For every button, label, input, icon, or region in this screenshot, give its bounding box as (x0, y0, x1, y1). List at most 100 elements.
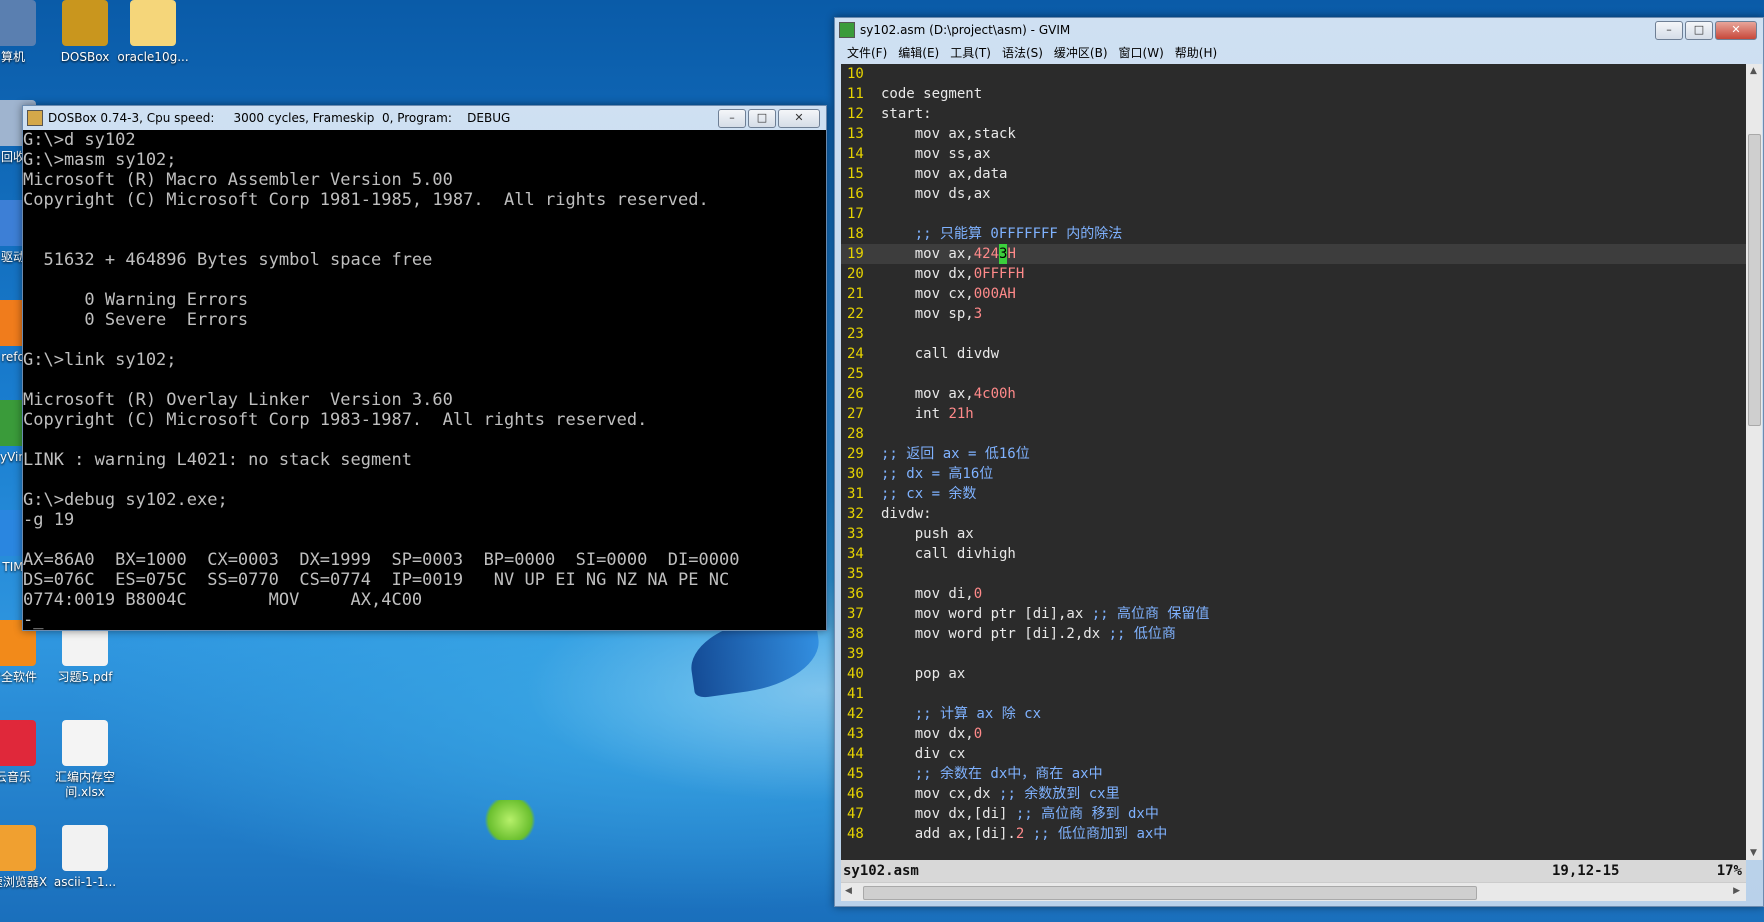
code-line[interactable]: 42 ;; 计算 ax 除 cx (841, 704, 1746, 724)
code-line[interactable]: 15 mov ax,data (841, 164, 1746, 184)
dosbox-window[interactable]: DOSBox 0.74-3, Cpu speed: 3000 cycles, F… (22, 105, 827, 631)
code-line[interactable]: 35 (841, 564, 1746, 584)
code-line[interactable]: 30 ;; dx = 高16位 (841, 464, 1746, 484)
desktop-icon[interactable]: oracle10g... (112, 0, 194, 65)
maximize-button[interactable]: □ (1685, 20, 1713, 40)
code-line[interactable]: 41 (841, 684, 1746, 704)
gvim-menubar: 文件(F) 编辑(E) 工具(T) 语法(S) 缓冲区(B) 窗口(W) 帮助(H) (835, 42, 1763, 62)
gvim-titlebar[interactable]: sy102.asm (D:\project\asm) - GVIM – □ ✕ (835, 18, 1763, 42)
vertical-scrollbar[interactable]: ▲ ▼ (1746, 64, 1762, 860)
number-literal: 2 (1015, 826, 1025, 842)
code-line[interactable]: 12 start: (841, 104, 1746, 124)
scrollbar-thumb[interactable] (1748, 134, 1761, 426)
horizontal-scrollbar[interactable]: ◀ ▶ (841, 882, 1746, 901)
code-line[interactable]: 39 (841, 644, 1746, 664)
line-number: 28 (847, 426, 864, 442)
code-line[interactable]: 14 mov ss,ax (841, 144, 1746, 164)
code-line[interactable]: 40 pop ax (841, 664, 1746, 684)
console-line: 0774:0019 B8004C MOV AX,4C00 (23, 590, 423, 610)
code-line[interactable]: 21 mov cx, 000AH (841, 284, 1746, 304)
code-line[interactable]: 11 code segment (841, 84, 1746, 104)
menu-item[interactable]: 缓冲区(B) (1054, 44, 1108, 61)
line-number: 23 (847, 326, 864, 342)
code-line[interactable]: 45 ;; 余数在 dx中，商在 ax中 (841, 764, 1746, 784)
scroll-down-icon[interactable]: ▼ (1750, 848, 1757, 858)
code-line[interactable]: 17 (841, 204, 1746, 224)
code-line[interactable]: 28 (841, 424, 1746, 444)
code-line[interactable]: 16 mov ds,ax (841, 184, 1746, 204)
line-number: 24 (847, 346, 864, 362)
desktop-icon[interactable]: ascii-1-1... (44, 825, 126, 890)
code-line[interactable]: 38 mov word ptr [di].2,dx ;; 低位商 (841, 624, 1746, 644)
desktop-app-icon (0, 0, 36, 46)
code-line[interactable]: 27 int 21h (841, 404, 1746, 424)
console-line: AX=86A0 BX=1000 CX=0003 DX=1999 SP=0003 … (23, 550, 740, 570)
scroll-up-icon[interactable]: ▲ (1750, 66, 1757, 76)
line-number: 21 (847, 286, 864, 302)
code-editor[interactable]: 10 11 code segment 12 start: 13 mov ax,stack 1… (841, 64, 1746, 860)
close-button[interactable]: ✕ (778, 108, 820, 128)
scroll-right-icon[interactable]: ▶ (1733, 886, 1740, 896)
code-text: call divhigh (881, 546, 1016, 562)
number-literal: 0 (973, 726, 983, 742)
desktop-app-icon (130, 0, 176, 46)
console-line: G:\>debug sy102.exe; (23, 490, 228, 510)
console-line: Copyright (C) Microsoft Corp 1983-1987. … (23, 410, 648, 430)
scroll-left-icon[interactable]: ◀ (845, 886, 852, 896)
code-line[interactable]: 37 mov word ptr [di],ax ;; 高位商 保留值 (841, 604, 1746, 624)
gvim-window[interactable]: sy102.asm (D:\project\asm) - GVIM – □ ✕ … (834, 17, 1764, 907)
scrollbar-thumb[interactable] (863, 886, 1477, 900)
desktop-icon[interactable]: 汇编内存空间.xlsx (44, 720, 126, 800)
code-line[interactable]: 46 mov cx,dx ;; 余数放到 cx里 (841, 784, 1746, 804)
dosbox-console[interactable]: G:\>d sy102 G:\>masm sy102; Microsoft (R) … (23, 130, 826, 630)
code-line[interactable]: 31 ;; cx = 余数 (841, 484, 1746, 504)
code-line[interactable]: 25 (841, 364, 1746, 384)
desktop-app-icon (62, 825, 108, 871)
text-cursor: 3 (999, 244, 1008, 264)
desktop-icon-label: ascii-1-1... (53, 875, 117, 889)
code-line[interactable]: 24 call divdw (841, 344, 1746, 364)
minimize-button[interactable]: – (1655, 20, 1683, 40)
code-line[interactable]: 13 mov ax,stack (841, 124, 1746, 144)
code-text: push ax (881, 526, 974, 542)
code-line[interactable]: 10 (841, 64, 1746, 84)
code-line[interactable]: 20 mov dx, 0FFFFH (841, 264, 1746, 284)
menu-item[interactable]: 文件(F) (847, 44, 887, 61)
code-line[interactable]: 29 ;; 返回 ax = 低16位 (841, 444, 1746, 464)
code-line[interactable]: 48 add ax,[di]. 2 ;; 低位商加到 ax中 (841, 824, 1746, 844)
code-text: mov cx,dx (881, 786, 1000, 802)
code-line[interactable]: 47 mov dx,[di] ;; 高位商 移到 dx中 (841, 804, 1746, 824)
code-line[interactable]: 32 divdw: (841, 504, 1746, 524)
gvim-title: sy102.asm (D:\project\asm) - GVIM (860, 23, 1071, 37)
maximize-button[interactable]: □ (748, 108, 776, 128)
menu-item[interactable]: 工具(T) (950, 44, 991, 61)
code-line[interactable]: 22 mov sp, 3 (841, 304, 1746, 324)
menu-item[interactable]: 窗口(W) (1119, 44, 1164, 61)
menu-item[interactable]: 编辑(E) (898, 44, 939, 61)
dosbox-titlebar[interactable]: DOSBox 0.74-3, Cpu speed: 3000 cycles, F… (23, 106, 826, 130)
menu-item[interactable]: 语法(S) (1002, 44, 1043, 61)
code-line[interactable]: 36 mov di, 0 (841, 584, 1746, 604)
line-number: 35 (847, 566, 864, 582)
code-comment: ;; cx = 余数 (881, 486, 977, 502)
code-line[interactable]: 33 push ax (841, 524, 1746, 544)
code-line[interactable]: 34 call divhigh (841, 544, 1746, 564)
code-comment: ;; 低位商 (1108, 626, 1176, 642)
minimize-button[interactable]: – (718, 108, 746, 128)
code-text: mov word ptr [di].2,dx (881, 626, 1109, 642)
code-text: call divdw (881, 346, 1000, 362)
code-line[interactable]: 26 mov ax, 4c00h (841, 384, 1746, 404)
code-line[interactable]: 19 mov ax, 424 3 H (841, 244, 1746, 264)
code-line[interactable]: 23 (841, 324, 1746, 344)
number-suffix (1024, 824, 1032, 844)
line-number: 20 (847, 266, 864, 282)
menu-item[interactable]: 帮助(H) (1175, 44, 1217, 61)
code-line[interactable]: 18 ;; 只能算 0FFFFFFF 内的除法 (841, 224, 1746, 244)
code-line[interactable]: 44 div cx (841, 744, 1746, 764)
number-literal: 4c00h (973, 386, 1016, 402)
code-line[interactable]: 43 mov dx, 0 (841, 724, 1746, 744)
close-button[interactable]: ✕ (1715, 20, 1757, 40)
